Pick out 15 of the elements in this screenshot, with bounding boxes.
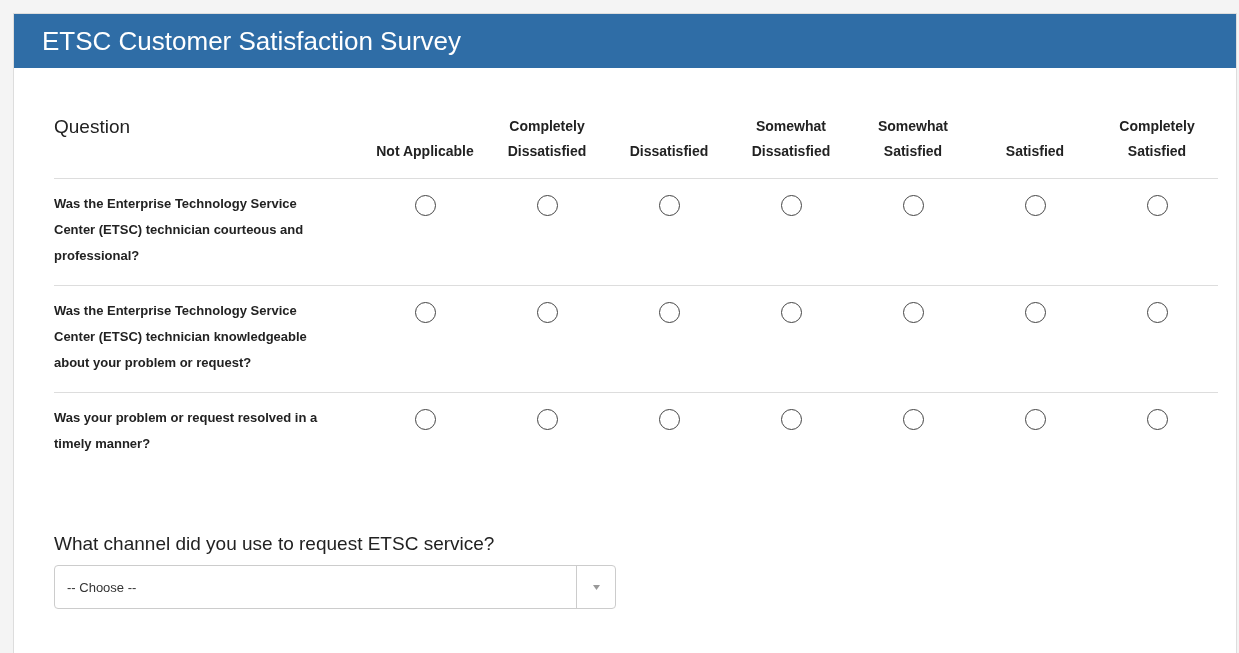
column-heading: Dissatisfied xyxy=(629,143,709,159)
panel-title: ETSC Customer Satisfaction Survey xyxy=(42,25,462,57)
column-heading: Somewhat Dissatisfied xyxy=(751,118,831,159)
column-heading: Somewhat Satisfied xyxy=(878,118,948,159)
channel-dropdown[interactable]: -- Choose -- xyxy=(54,565,616,609)
column-heading: Question xyxy=(54,116,131,137)
column-heading: Completely Dissatisfied xyxy=(507,118,587,159)
caret-icon xyxy=(592,584,600,590)
question-label: What channel did you use to request ETSC service? xyxy=(54,533,496,555)
question-text: Was your problem or request resolved in a timely manner? xyxy=(54,409,319,453)
column-heading: Not Applicable xyxy=(376,143,474,159)
question-text: Was the Enterprise Technology Service Center (ETSC) technician courteous and professional? xyxy=(54,195,305,265)
column-heading: Satisfied xyxy=(1005,143,1065,159)
column-heading: Completely Satisfied xyxy=(1119,118,1195,159)
question-text: Was the Enterprise Technology Service Center (ETSC) technician knowledgeable about your problem or request? xyxy=(54,302,308,372)
